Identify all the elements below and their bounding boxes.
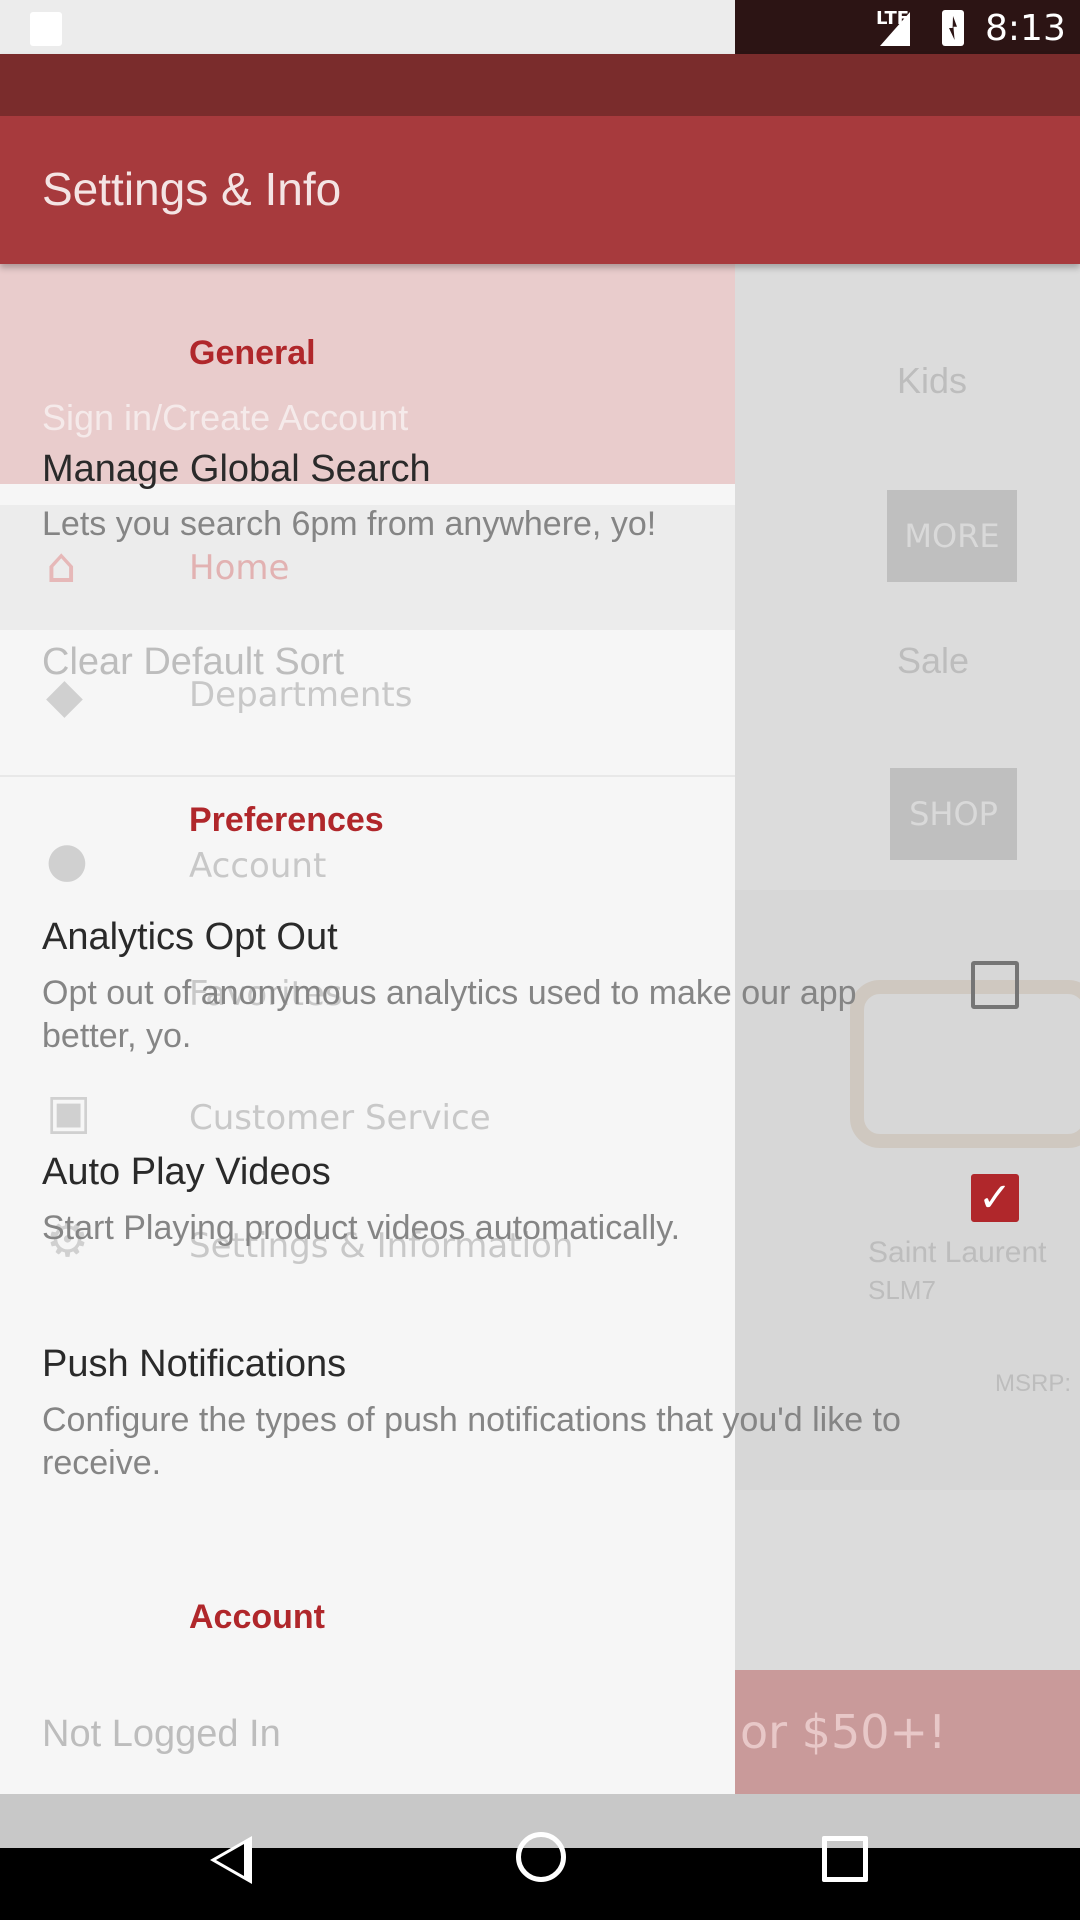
background-category-kids: Kids: [897, 360, 968, 401]
pref-clear-default-sort[interactable]: Clear Default Sort: [42, 641, 344, 684]
pref-analytics-opt-out[interactable]: Analytics Opt Out: [42, 916, 338, 959]
pref-push-notifications[interactable]: Push Notifications: [42, 1343, 346, 1386]
background-category-sale: Sale: [897, 640, 970, 681]
pref-manage-global-search-summary: Lets you search 6pm from anywhere, yo!: [42, 505, 657, 543]
drawer-item-customer-service: Customer Service: [189, 1098, 491, 1138]
product-image: [850, 980, 1080, 1148]
background-promo-text: or $50+!: [740, 1705, 947, 1759]
settings-toolbar: [0, 54, 1080, 264]
home-nav-icon[interactable]: [516, 1832, 566, 1882]
pref-analytics-opt-out-summary: Opt out of anonymous analytics used to m…: [42, 974, 857, 1055]
pref-not-logged-in[interactable]: Not Logged In: [42, 1713, 281, 1756]
battery-charging-icon: [942, 10, 964, 46]
recents-icon[interactable]: [822, 1836, 868, 1882]
background-more-button: MORE: [887, 490, 1017, 582]
category-preferences: Preferences: [189, 801, 384, 839]
status-clock: 8:13: [985, 8, 1066, 49]
pref-sign-in-create-account[interactable]: Sign in/Create Account: [42, 397, 408, 439]
chat-icon: ▣: [46, 1084, 92, 1140]
category-account: Account: [189, 1598, 325, 1636]
background-product-msrp: MSRP:: [995, 1370, 1072, 1397]
pref-manage-global-search[interactable]: Manage Global Search: [42, 448, 431, 491]
status-bar: [0, 0, 1080, 54]
drawer-item-home: Home: [189, 548, 290, 588]
category-general: General: [189, 334, 316, 372]
auto-play-videos-checkbox[interactable]: ✓: [971, 1174, 1019, 1222]
home-icon: ⌂: [46, 538, 77, 594]
pref-auto-play-videos[interactable]: Auto Play Videos: [42, 1151, 331, 1194]
background-product-brand: Saint Laurent: [868, 1236, 1047, 1269]
back-icon[interactable]: [210, 1836, 252, 1884]
pref-push-notifications-summary: Configure the types of push notification…: [42, 1401, 901, 1482]
drawer-item-account: Account: [189, 846, 327, 886]
background-product-model: SLM7: [868, 1275, 936, 1305]
background-shop-button: SHOP: [890, 768, 1017, 860]
sd-card-icon: [30, 12, 62, 46]
person-icon: ●: [46, 832, 88, 888]
signal-icon: [880, 12, 910, 46]
drawer-divider: [0, 775, 735, 777]
analytics-opt-out-checkbox[interactable]: [971, 961, 1019, 1009]
pref-auto-play-videos-summary: Start Playing product videos automatical…: [42, 1209, 681, 1247]
page-title: Settings & Info: [42, 163, 342, 215]
